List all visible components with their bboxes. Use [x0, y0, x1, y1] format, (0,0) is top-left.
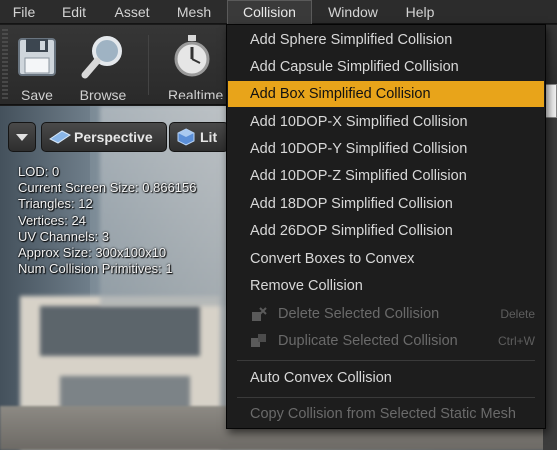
menu-item-remove-collision[interactable]: Remove Collision — [228, 273, 544, 299]
save-label: Save — [21, 87, 53, 103]
delete-collision-icon — [252, 307, 267, 321]
duplicate-selected-collision-label: Duplicate Selected Collision — [278, 333, 458, 349]
save-icon — [18, 38, 56, 76]
collision-menu-dropdown: Add Sphere Simplified Collision Add Caps… — [226, 24, 546, 429]
menu-item-add-18dop-collision[interactable]: Add 18DOP Simplified Collision — [228, 191, 544, 217]
stat-lod: LOD: 0 — [18, 164, 60, 179]
menu-separator — [237, 397, 535, 398]
lit-cube-icon — [177, 128, 195, 146]
browse-button[interactable]: Browse — [68, 31, 138, 103]
menu-file[interactable]: File — [4, 0, 44, 24]
menu-item-add-10dop-y-collision[interactable]: Add 10DOP-Y Simplified Collision — [228, 136, 544, 162]
delete-shortcut: Delete — [500, 307, 535, 321]
save-button[interactable]: Save — [2, 31, 72, 103]
menu-item-copy-collision-from-selected[interactable]: Copy Collision from Selected Static Mesh — [228, 401, 544, 427]
duplicate-shortcut: Ctrl+W — [498, 334, 535, 348]
menu-asset[interactable]: Asset — [104, 0, 160, 24]
viewport-options-button[interactable] — [8, 122, 36, 152]
menu-item-duplicate-selected-collision[interactable]: Duplicate Selected Collision Ctrl+W — [228, 328, 544, 354]
menu-bar: File Edit Asset Mesh Collision Window He… — [0, 0, 557, 24]
stat-screen-size: Current Screen Size: 0.866156 — [18, 180, 197, 196]
duplicate-collision-icon — [251, 334, 266, 347]
menu-item-delete-selected-collision[interactable]: Delete Selected Collision Delete — [228, 301, 544, 327]
magnifier-icon — [81, 36, 122, 79]
mesh-stats-overlay: LOD: 0 Current Screen Size: 0.866156 Tri… — [18, 164, 197, 277]
menu-window[interactable]: Window — [318, 0, 388, 24]
realtime-button[interactable]: Realtime — [162, 31, 226, 99]
stat-triangles: Triangles: 12 — [18, 196, 93, 212]
menu-item-add-10dop-z-collision[interactable]: Add 10DOP-Z Simplified Collision — [228, 163, 544, 189]
menu-separator — [237, 360, 535, 361]
perspective-label: Perspective — [74, 129, 153, 145]
menu-collision[interactable]: Collision — [227, 0, 312, 24]
background-window — [40, 306, 200, 356]
menu-edit[interactable]: Edit — [52, 0, 96, 24]
menu-mesh[interactable]: Mesh — [166, 0, 222, 24]
realtime-label: Realtime — [168, 87, 224, 99]
browse-label: Browse — [79, 87, 127, 103]
stat-collision-primitives: Num Collision Primitives: 1 — [18, 261, 173, 277]
toolbar-separator — [148, 35, 149, 95]
menu-item-add-box-collision[interactable]: Add Box Simplified Collision — [228, 81, 544, 107]
stat-uv-channels: UV Channels: 3 — [18, 228, 110, 244]
menu-item-auto-convex-collision[interactable]: Auto Convex Collision — [228, 365, 544, 391]
lit-button[interactable]: Lit — [169, 122, 229, 152]
caret-down-icon — [16, 134, 28, 141]
menu-item-add-capsule-collision[interactable]: Add Capsule Simplified Collision — [228, 54, 544, 80]
menu-item-add-26dop-collision[interactable]: Add 26DOP Simplified Collision — [228, 218, 544, 244]
menu-item-add-10dop-x-collision[interactable]: Add 10DOP-X Simplified Collision — [228, 109, 544, 135]
menu-help[interactable]: Help — [396, 0, 444, 24]
menu-item-add-sphere-collision[interactable]: Add Sphere Simplified Collision — [228, 27, 544, 53]
menu-item-convert-boxes-to-convex[interactable]: Convert Boxes to Convex — [228, 246, 544, 272]
stat-approx-size: Approx Size: 300x100x10 — [18, 245, 167, 261]
stopwatch-icon — [174, 35, 210, 77]
stat-vertices: Vertices: 24 — [18, 212, 86, 228]
lit-label: Lit — [200, 129, 218, 145]
perspective-button[interactable]: Perspective — [41, 122, 167, 152]
perspective-icon — [49, 130, 71, 144]
delete-selected-collision-label: Delete Selected Collision — [278, 306, 440, 322]
